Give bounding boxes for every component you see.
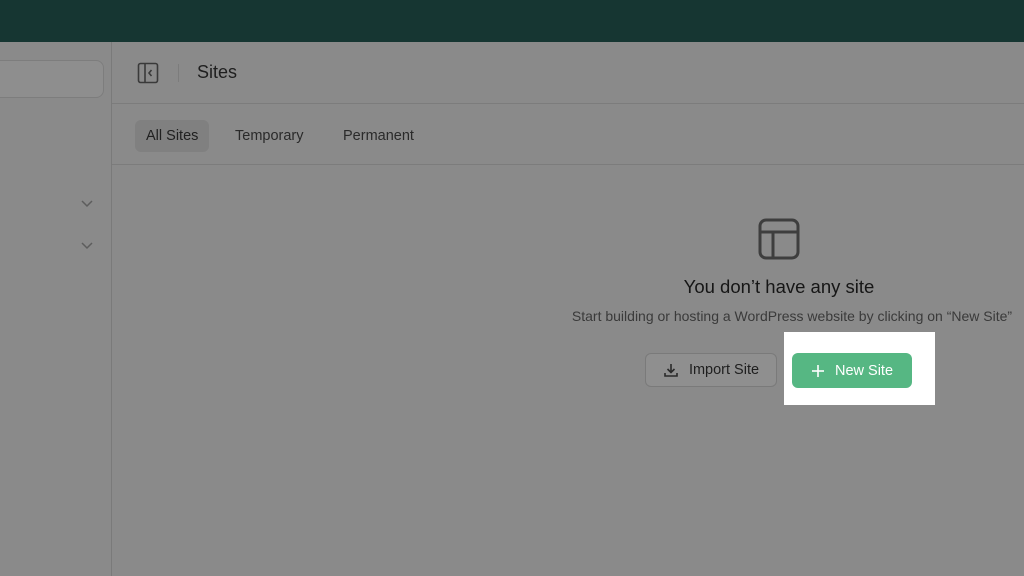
app-window: Sites All Sites Temporary Permanent You … [0, 42, 1024, 576]
sidebar [0, 42, 112, 576]
plus-icon [811, 364, 824, 377]
layout-icon [758, 218, 800, 260]
empty-state-title: You don’t have any site [683, 276, 875, 297]
new-site-button[interactable]: New Site [792, 353, 912, 388]
tab-temporary[interactable]: Temporary [224, 120, 315, 152]
page-header: Sites [112, 42, 1024, 104]
app-top-bar [0, 0, 1024, 42]
sidebar-search-input[interactable] [0, 60, 104, 98]
download-icon [664, 364, 678, 377]
tab-permanent[interactable]: Permanent [332, 120, 425, 152]
sidebar-toggle-icon[interactable] [137, 62, 159, 84]
empty-state-subtitle: Start building or hosting a WordPress we… [571, 308, 1013, 324]
chevron-down-icon[interactable] [80, 197, 94, 211]
new-site-label: New Site [834, 362, 894, 379]
header-divider [178, 64, 179, 82]
chevron-down-icon[interactable] [80, 239, 94, 253]
site-filter-tabs: All Sites Temporary Permanent [112, 104, 1024, 165]
import-site-button[interactable]: Import Site [645, 353, 777, 387]
main-content: Sites All Sites Temporary Permanent You … [112, 42, 1024, 576]
tab-all-sites[interactable]: All Sites [135, 120, 210, 152]
page-title: Sites [197, 62, 238, 82]
import-site-label: Import Site [688, 362, 760, 378]
